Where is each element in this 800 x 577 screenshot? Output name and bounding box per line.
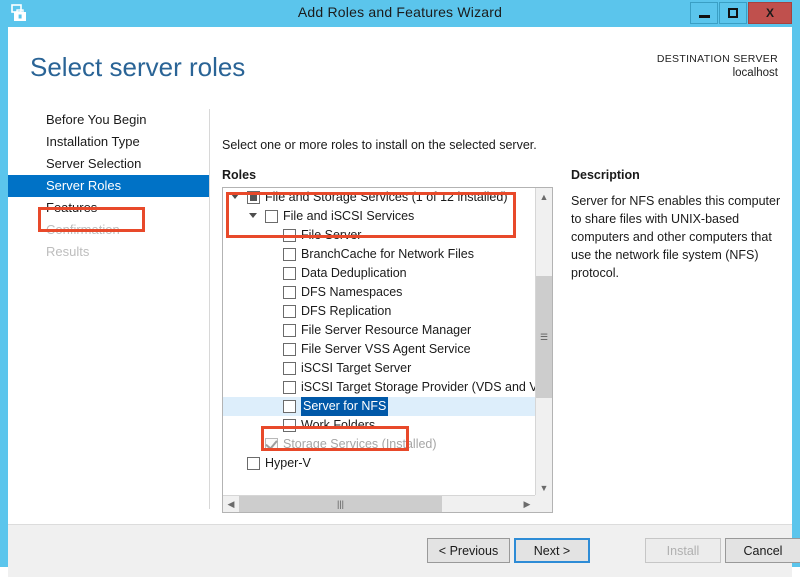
wizard-steps-nav: Before You Begin Installation Type Serve… <box>8 109 209 509</box>
sidebar-item-features[interactable]: Features <box>8 197 209 219</box>
sidebar-divider <box>209 109 210 509</box>
roles-listbox[interactable]: File and Storage Services (1 of 12 insta… <box>222 187 553 513</box>
sidebar-item-server-selection[interactable]: Server Selection <box>8 153 209 175</box>
expander-triangle-icon[interactable] <box>249 213 257 218</box>
destination-server-value: localhost <box>732 67 778 79</box>
scrollbar-corner <box>535 495 552 512</box>
minimize-button[interactable] <box>690 2 718 24</box>
checkbox-unchecked[interactable] <box>283 248 296 261</box>
sidebar-item-installation-type[interactable]: Installation Type <box>8 131 209 153</box>
list-item-label: File and iSCSI Services <box>283 209 415 223</box>
list-item-server-for-nfs[interactable]: Server for NFS <box>223 397 535 416</box>
sidebar-item-results: Results <box>46 244 90 259</box>
list-item[interactable]: iSCSI Target Storage Provider (VDS and V… <box>223 378 535 397</box>
grip-icon: ||| <box>336 499 344 509</box>
grip-icon: ☰ <box>539 331 549 342</box>
checkbox-unchecked[interactable] <box>283 343 296 356</box>
checkbox-unchecked[interactable] <box>247 457 260 470</box>
checkbox-unchecked[interactable] <box>283 324 296 337</box>
list-item-label: iSCSI Target Server <box>301 361 412 375</box>
list-item[interactable]: File Server <box>223 226 535 245</box>
list-item[interactable]: DFS Namespaces <box>223 283 535 302</box>
list-item-label: BranchCache for Network Files <box>301 247 474 261</box>
list-item-label: File Server Resource Manager <box>301 323 472 337</box>
vertical-scrollbar[interactable]: ▲ ☰ ▼ <box>535 188 552 496</box>
previous-button[interactable]: < Previous <box>427 538 510 563</box>
checkbox-unchecked[interactable] <box>265 210 278 223</box>
list-item[interactable]: File and iSCSI Services <box>223 207 535 226</box>
title-bar: Add Roles and Features Wizard X <box>0 0 800 27</box>
list-item-label: iSCSI Target Storage Provider (VDS and V… <box>301 380 535 394</box>
list-item-label: Work Folders <box>301 418 376 432</box>
list-item[interactable]: File Server VSS Agent Service <box>223 340 535 359</box>
checkbox-unchecked[interactable] <box>283 362 296 375</box>
chevron-right-icon[interactable]: ▶ <box>519 496 535 512</box>
list-item-label: File Server VSS Agent Service <box>301 342 471 356</box>
checkbox-unchecked[interactable] <box>283 267 296 280</box>
description-label: Description <box>571 168 640 182</box>
checkbox-unchecked[interactable] <box>283 305 296 318</box>
list-item-label: Server for NFS <box>301 397 389 416</box>
checkbox-checked-disabled <box>265 438 278 451</box>
list-item-label: File and Storage Services (1 of 12 insta… <box>265 190 508 204</box>
chevron-down-icon[interactable]: ▼ <box>536 479 552 496</box>
destination-server-block: DESTINATION SERVER localhost <box>657 53 778 79</box>
list-item[interactable]: Work Folders <box>223 416 535 435</box>
list-item-label: Data Deduplication <box>301 266 407 280</box>
sidebar-item-server-roles[interactable]: Server Roles <box>8 175 209 197</box>
page-title: Select server roles <box>30 52 246 82</box>
checkbox-partial[interactable] <box>247 191 260 204</box>
sidebar-item-before-you-begin[interactable]: Before You Begin <box>8 109 209 131</box>
instruction-text: Select one or more roles to install on t… <box>222 138 537 152</box>
wizard-window: Add Roles and Features Wizard X Select s… <box>0 0 800 577</box>
vertical-scrollbar-thumb[interactable]: ☰ <box>536 276 552 398</box>
close-button[interactable]: X <box>748 2 792 24</box>
list-item[interactable]: DFS Replication <box>223 302 535 321</box>
list-item-label: DFS Namespaces <box>301 285 403 299</box>
horizontal-scrollbar[interactable]: ◀ ||| ▶ <box>223 495 535 512</box>
maximize-icon <box>728 8 738 18</box>
next-button[interactable]: Next > <box>514 538 590 563</box>
roles-list-viewport: File and Storage Services (1 of 12 insta… <box>223 188 535 496</box>
list-item[interactable]: File and Storage Services (1 of 12 insta… <box>223 188 535 207</box>
cancel-button[interactable]: Cancel <box>725 538 800 563</box>
roles-group-label: Roles <box>222 168 257 182</box>
destination-server-label: DESTINATION SERVER <box>656 53 778 65</box>
horizontal-scrollbar-thumb[interactable]: ||| <box>239 496 442 512</box>
description-text: Server for NFS enables this computer to … <box>571 194 781 280</box>
list-item-label: Hyper-V <box>265 456 311 470</box>
sidebar-item-confirmation: Confirmation <box>46 222 120 237</box>
list-item-label: Storage Services (Installed) <box>283 437 437 451</box>
footer-bar: < Previous Next > Install Cancel <box>8 525 800 577</box>
checkbox-unchecked[interactable] <box>283 381 296 394</box>
chevron-up-icon[interactable]: ▲ <box>536 188 552 205</box>
checkbox-unchecked[interactable] <box>283 400 296 413</box>
install-button: Install <box>645 538 721 563</box>
minimize-icon <box>698 14 710 18</box>
window-title: Add Roles and Features Wizard <box>297 4 503 20</box>
maximize-button[interactable] <box>719 2 747 24</box>
list-item-label: DFS Replication <box>301 304 392 318</box>
client-area: Select server roles DESTINATION SERVER l… <box>8 27 800 577</box>
list-item-label: File Server <box>301 228 362 242</box>
checkbox-unchecked[interactable] <box>283 286 296 299</box>
list-item: Storage Services (Installed) <box>223 435 535 454</box>
expander-triangle-icon[interactable] <box>231 194 239 199</box>
list-item[interactable]: File Server Resource Manager <box>223 321 535 340</box>
list-item[interactable]: iSCSI Target Server <box>223 359 535 378</box>
list-item[interactable]: Data Deduplication <box>223 264 535 283</box>
checkbox-unchecked[interactable] <box>283 419 296 432</box>
list-item[interactable]: BranchCache for Network Files <box>223 245 535 264</box>
chevron-left-icon[interactable]: ◀ <box>223 496 239 512</box>
list-item[interactable]: Hyper-V <box>223 454 535 473</box>
checkbox-unchecked[interactable] <box>283 229 296 242</box>
